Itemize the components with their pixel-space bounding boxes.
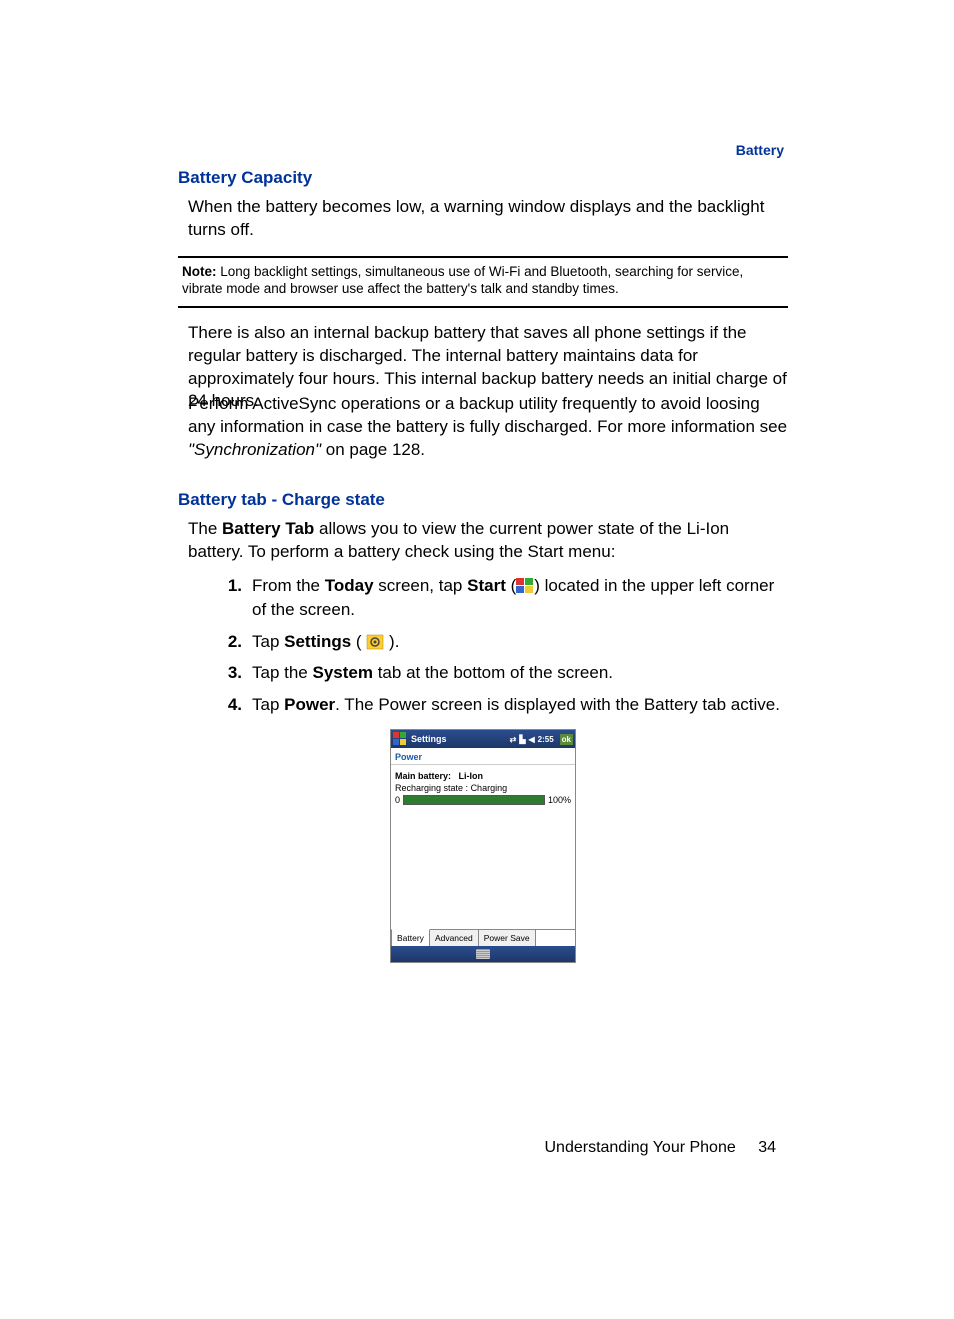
footer-page-number: 34 [758, 1139, 776, 1156]
page-content: Battery Capacity When the battery become… [178, 140, 788, 963]
steps-list: 1. From the Today screen, tap Start () l… [220, 574, 788, 717]
progress-min: 0 [395, 795, 400, 805]
step-2: 2. Tap Settings ( ). [220, 630, 788, 654]
screen-heading-power: Power [391, 748, 575, 765]
footer-chapter: Understanding Your Phone [544, 1139, 735, 1156]
progress-max: 100% [548, 795, 571, 805]
titlebar-title: Settings [411, 734, 510, 744]
heading-battery-capacity: Battery Capacity [178, 168, 788, 188]
clock-text: 2:55 [538, 735, 554, 744]
settings-gear-icon [366, 633, 384, 649]
tab-power-save[interactable]: Power Save [479, 930, 536, 946]
start-flag-icon [516, 577, 534, 593]
page-footer: Understanding Your Phone 34 [544, 1139, 776, 1157]
signal-icon: ▙ [519, 735, 525, 744]
device-screenshot: Settings ⇄ ▙ ◀ 2:55 ok Power Main batter… [390, 729, 576, 963]
progress-fill [404, 796, 544, 804]
tab-battery[interactable]: Battery [391, 929, 430, 946]
step-4: 4. Tap Power. The Power screen is displa… [220, 693, 788, 717]
recharge-line: Recharging state : Charging [395, 783, 571, 793]
speaker-icon: ◀ [528, 735, 534, 744]
note-block: Note: Long backlight settings, simultane… [178, 256, 788, 308]
step-3: 3. Tap the System tab at the bottom of t… [220, 661, 788, 685]
battery-progress-bar [403, 795, 545, 805]
screen-body: Main battery: Li-Ion Recharging state : … [391, 765, 575, 929]
windows-flag-icon [393, 732, 407, 746]
titlebar: Settings ⇄ ▙ ◀ 2:55 ok [391, 730, 575, 748]
main-battery-line: Main battery: Li-Ion [395, 771, 571, 781]
status-icons: ⇄ ▙ ◀ 2:55 ok [510, 734, 573, 745]
link-synchronization: "Synchronization" [188, 440, 321, 459]
note-prefix: Note: [182, 264, 217, 279]
tab-advanced[interactable]: Advanced [430, 930, 479, 946]
para-activesync-full: Perform ActiveSync operations or a backu… [188, 393, 788, 462]
heading-battery-tab: Battery tab - Charge state [178, 490, 788, 510]
para-batterytab: The Battery Tab allows you to view the c… [188, 518, 788, 564]
sync-icon: ⇄ [510, 735, 517, 744]
ok-button[interactable]: ok [560, 734, 573, 745]
progress-row: 0 100% [395, 795, 571, 805]
bottom-bar [391, 946, 575, 962]
tabs-row: Battery Advanced Power Save [391, 929, 575, 946]
note-text: Long backlight settings, simultaneous us… [182, 264, 743, 296]
para-capacity: When the battery becomes low, a warning … [188, 196, 788, 242]
step-1: 1. From the Today screen, tap Start () l… [220, 574, 788, 622]
keyboard-icon[interactable] [476, 949, 490, 959]
